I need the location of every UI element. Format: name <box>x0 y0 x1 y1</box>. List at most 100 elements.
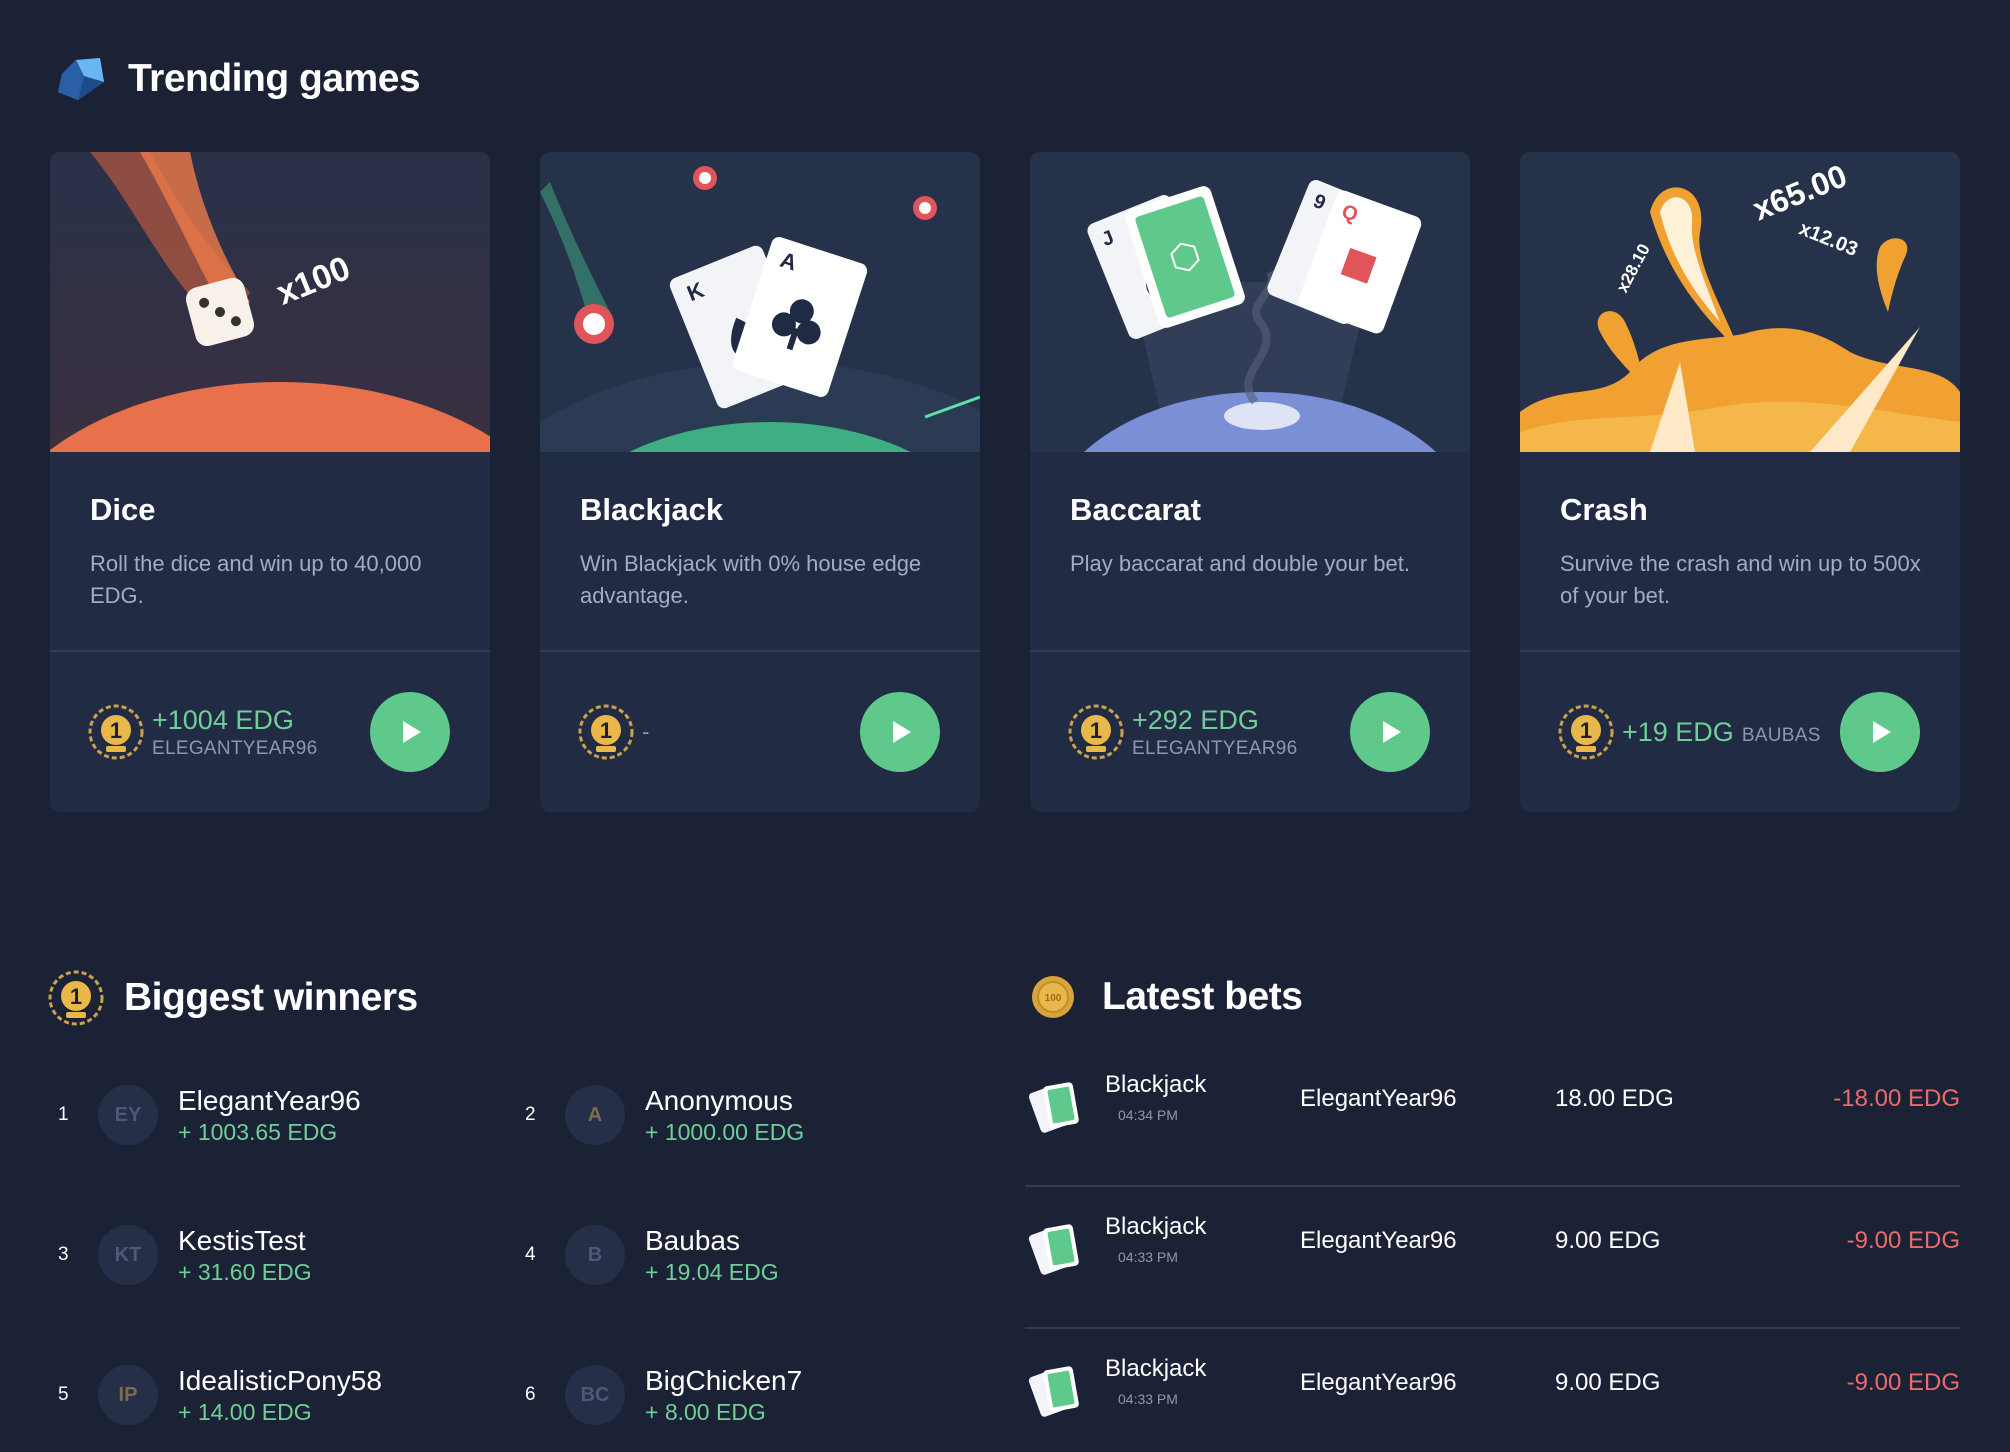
bet-game: Blackjack <box>1105 1071 1207 1098</box>
player-winnings: + 31.60 EDG <box>178 1258 312 1285</box>
latest-bets-table: Blackjack 04:34 PM ElegantYear96 18.00 E… <box>1025 1045 1960 1452</box>
winner-amount: +1004 EDG <box>152 704 294 735</box>
rank-number: 4 <box>525 1244 536 1265</box>
divider <box>1520 650 1960 652</box>
winner-amount: +19 EDG <box>1622 716 1734 747</box>
player-name: ElegantYear96 <box>178 1084 361 1116</box>
avatar: EY <box>98 1085 158 1145</box>
table-row[interactable]: Blackjack 04:33 PM ElegantYear96 9.00 ED… <box>1025 1187 1960 1329</box>
diamond-icon <box>58 58 104 100</box>
coin-icon: 100 <box>1032 976 1074 1018</box>
game-card-baccarat[interactable]: J 9 Q Baccarat Play baccarat and double … <box>1030 152 1470 812</box>
list-item[interactable]: 1 EY ElegantYear96 + 1003.65 EDG <box>50 1080 510 1150</box>
section-title-trending: Trending games <box>128 57 421 100</box>
laurel-medal-icon: 1 <box>578 704 634 760</box>
play-icon <box>1383 721 1401 743</box>
bet-profit: -9.00 EDG <box>1846 1227 1960 1254</box>
player-name: Anonymous <box>645 1084 793 1116</box>
list-item[interactable]: 5 IP IdealisticPony58 + 14.00 EDG <box>50 1360 510 1430</box>
game-description: Survive the crash and win up to 500x of … <box>1560 551 1921 608</box>
winner-username: ELEGANTYEAR96 <box>152 737 318 759</box>
coin-value-label: 100 <box>1045 993 1062 1004</box>
svg-text:1: 1 <box>70 984 82 1009</box>
section-title-winners: Biggest winners <box>124 976 418 1019</box>
play-icon <box>893 721 911 743</box>
bet-user: ElegantYear96 <box>1300 1085 1457 1112</box>
game-description: Roll the dice and win up to 40,000 EDG. <box>90 551 422 608</box>
bet-amount: 9.00 EDG <box>1555 1227 1661 1254</box>
avatar: B <box>565 1225 625 1285</box>
play-icon <box>403 721 421 743</box>
bet-user: ElegantYear96 <box>1300 1369 1457 1396</box>
rank-number: 3 <box>58 1244 69 1265</box>
dice-art: x100 <box>50 152 490 452</box>
latest-bets-header: 100 Latest bets <box>1030 974 1303 1020</box>
trending-games-list: x100 Dice Roll the dice and win up to 40… <box>50 152 1960 812</box>
svg-text:1: 1 <box>1090 718 1102 743</box>
rank-number: 2 <box>525 1104 536 1125</box>
winner-username: ELEGANTYEAR96 <box>1132 737 1298 759</box>
list-item[interactable]: 4 B Baubas + 19.04 EDG <box>517 1220 977 1290</box>
cards-icon <box>1028 1366 1079 1417</box>
trending-header: Trending games <box>54 52 421 106</box>
rank-number: 5 <box>58 1384 69 1405</box>
avatar: KT <box>98 1225 158 1285</box>
play-crash-button[interactable] <box>1840 692 1920 772</box>
blackjack-art: K A <box>540 152 980 452</box>
list-item[interactable]: 2 A Anonymous + 1000.00 EDG <box>517 1080 977 1150</box>
bet-game: Blackjack <box>1105 1355 1207 1382</box>
game-title: Dice <box>90 492 156 527</box>
bet-game: Blackjack <box>1105 1213 1207 1240</box>
rank-number: 1 <box>58 1104 69 1125</box>
list-item[interactable]: 6 BC BigChicken7 + 8.00 EDG <box>517 1360 977 1430</box>
crash-art: x65.00 x12.03 x28.10 <box>1520 152 1960 452</box>
laurel-medal-icon: 1 <box>88 704 144 760</box>
player-winnings: + 1003.65 EDG <box>178 1118 338 1145</box>
bet-amount: 9.00 EDG <box>1555 1369 1661 1396</box>
game-card-dice[interactable]: x100 Dice Roll the dice and win up to 40… <box>50 152 490 812</box>
play-baccarat-button[interactable] <box>1350 692 1430 772</box>
play-dice-button[interactable] <box>370 692 450 772</box>
laurel-medal-icon: 1 <box>1068 704 1124 760</box>
bet-time: 04:33 PM <box>1118 1391 1178 1407</box>
game-title: Blackjack <box>580 492 724 527</box>
laurel-medal-icon: 1 <box>48 970 104 1026</box>
game-description: Win Blackjack with 0% house edge advanta… <box>580 551 922 608</box>
bet-profit: -18.00 EDG <box>1833 1085 1960 1112</box>
table-row[interactable]: Blackjack 04:33 PM ElegantYear96 9.00 ED… <box>1025 1329 1960 1452</box>
divider <box>540 650 980 652</box>
game-description: Play baccarat and double your bet. <box>1070 551 1411 576</box>
player-winnings: + 14.00 EDG <box>178 1398 312 1425</box>
bet-amount: 18.00 EDG <box>1555 1085 1674 1112</box>
player-name: KestisTest <box>178 1224 306 1256</box>
bet-time: 04:34 PM <box>1118 1107 1178 1123</box>
winner-amount: - <box>642 719 650 744</box>
game-title: Crash <box>1560 492 1648 527</box>
play-icon <box>1873 721 1891 743</box>
svg-text:1: 1 <box>600 718 612 743</box>
player-winnings: + 1000.00 EDG <box>645 1118 805 1145</box>
top-winner: 1 - <box>578 692 940 772</box>
divider <box>50 650 490 652</box>
section-title-bets: Latest bets <box>1102 975 1303 1018</box>
svg-text:1: 1 <box>1580 718 1592 743</box>
baccarat-art: J 9 Q <box>1030 152 1470 452</box>
list-item[interactable]: 3 KT KestisTest + 31.60 EDG <box>50 1220 510 1290</box>
bet-profit: -9.00 EDG <box>1846 1369 1960 1396</box>
top-winner: 1 +292 EDG ELEGANTYEAR96 <box>1068 692 1430 772</box>
avatar: BC <box>565 1365 625 1425</box>
laurel-medal-icon: 1 <box>1558 704 1614 760</box>
game-title: Baccarat <box>1070 492 1201 527</box>
bet-user: ElegantYear96 <box>1300 1227 1457 1254</box>
winner-amount: +292 EDG <box>1132 704 1259 735</box>
svg-text:1: 1 <box>110 718 122 743</box>
biggest-winners-header: 1 Biggest winners <box>48 970 418 1026</box>
player-winnings: + 19.04 EDG <box>645 1258 779 1285</box>
table-row[interactable]: Blackjack 04:34 PM ElegantYear96 18.00 E… <box>1025 1045 1960 1187</box>
play-blackjack-button[interactable] <box>860 692 940 772</box>
game-card-crash[interactable]: x65.00 x12.03 x28.10 Crash Survive the c… <box>1520 152 1960 812</box>
divider <box>1030 650 1470 652</box>
avatar: A <box>565 1085 625 1145</box>
player-name: BigChicken7 <box>645 1364 803 1396</box>
game-card-blackjack[interactable]: K A Blackjack Win Blackjack with 0% hous… <box>540 152 980 812</box>
